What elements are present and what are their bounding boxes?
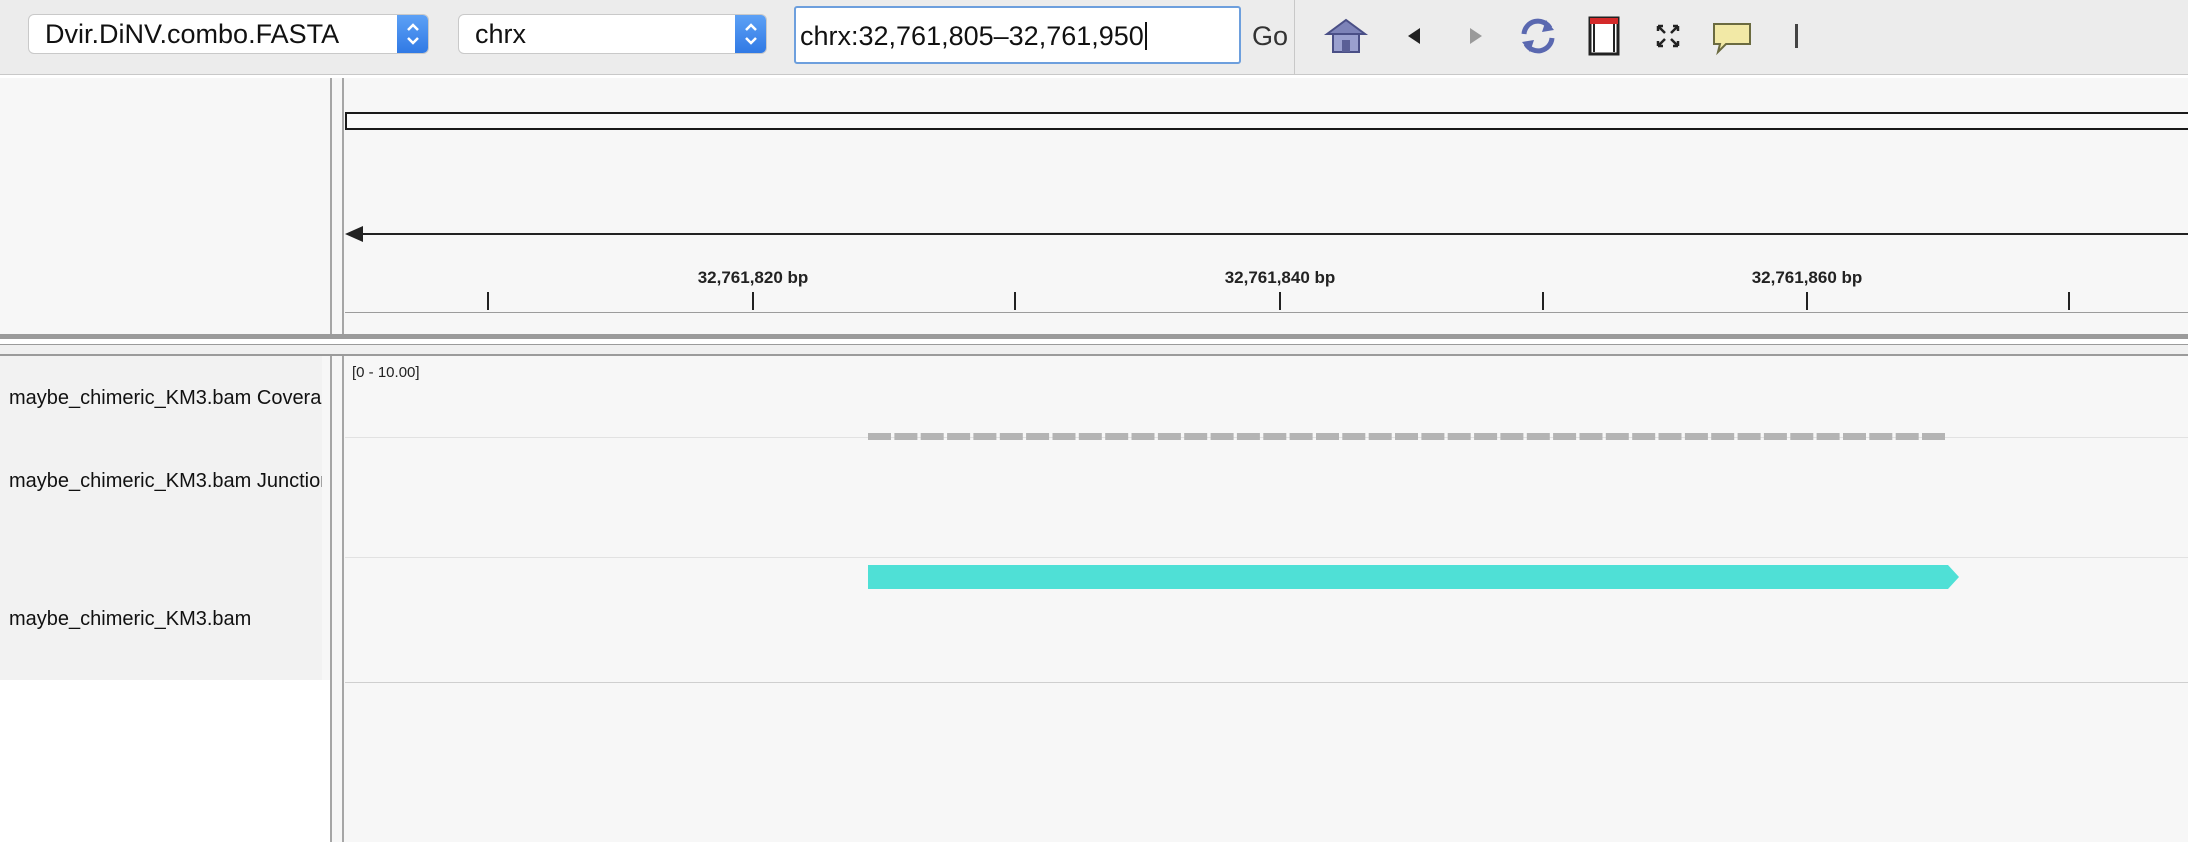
ruler-baseline (345, 312, 2188, 313)
toolbar-separator (1294, 0, 1295, 74)
coverage-bar[interactable] (1316, 433, 1339, 440)
coverage-bar[interactable] (1605, 433, 1629, 440)
gene-strand-line (358, 233, 2188, 235)
ruler-minor-tick (487, 292, 489, 310)
coverage-bar[interactable] (1579, 433, 1603, 440)
resize-to-window-icon[interactable] (1644, 12, 1692, 60)
read-forward-arrow[interactable] (868, 565, 1959, 589)
coverage-bar[interactable] (1157, 433, 1181, 440)
coverage-bar[interactable] (1553, 433, 1577, 440)
coverage-bar[interactable] (1131, 433, 1155, 440)
coverage-bar[interactable] (1895, 433, 1919, 440)
coverage-bar[interactable] (1632, 433, 1656, 440)
ruler-minor-tick (1014, 292, 1016, 310)
coverage-bar[interactable] (1790, 433, 1814, 440)
chromosome-dropdown-arrows-icon[interactable] (735, 15, 766, 53)
coverage-bar[interactable] (920, 433, 944, 440)
name-panel-divider[interactable] (330, 356, 332, 842)
coverage-bar[interactable] (973, 433, 997, 440)
coverage-bar[interactable] (947, 433, 971, 440)
data-panel-divider[interactable] (342, 356, 344, 842)
coverage-bar[interactable] (894, 433, 918, 440)
track-separator (345, 682, 2188, 683)
ruler-minor-tick (1542, 292, 1544, 310)
chromosome-dropdown[interactable]: chrx (458, 14, 767, 54)
coverage-histogram[interactable] (868, 430, 1948, 440)
coverage-bar[interactable] (1684, 433, 1708, 440)
coverage-bar[interactable] (1737, 433, 1761, 440)
panel-splitter[interactable] (0, 334, 2188, 339)
genome-dropdown[interactable]: Dvir.DiNV.combo.FASTA (28, 14, 429, 54)
coverage-bar[interactable] (1395, 433, 1418, 440)
home-icon[interactable] (1322, 12, 1370, 60)
junctions-track-name[interactable]: maybe_chimeric_KM3.bam Junctions (9, 470, 322, 493)
genome-dropdown-arrows-icon[interactable] (397, 15, 428, 53)
coverage-track-name[interactable]: maybe_chimeric_KM3.bam Coverage (9, 387, 322, 410)
alignment-track-name[interactable]: maybe_chimeric_KM3.bam (9, 608, 322, 631)
coverage-bar[interactable] (1184, 433, 1208, 440)
forward-icon[interactable] (1452, 12, 1500, 60)
coverage-bar[interactable] (1500, 433, 1524, 440)
locus-search-input[interactable]: chrx:32,761,805–32,761,950 (794, 6, 1241, 64)
ruler-toggle-icon[interactable] (1772, 12, 1820, 60)
genome-dropdown-value: Dvir.DiNV.combo.FASTA (45, 19, 340, 49)
track-separator (345, 557, 2188, 558)
ruler-major-tick (1279, 292, 1281, 310)
alignment-read[interactable] (868, 565, 1960, 591)
ruler-name-panel (0, 78, 328, 334)
data-panel-divider[interactable] (342, 78, 344, 334)
ruler-minor-tick (2068, 292, 2070, 310)
back-icon[interactable] (1390, 12, 1438, 60)
coverage-bar[interactable] (1342, 433, 1366, 440)
coverage-bar[interactable] (1711, 433, 1735, 440)
refresh-icon[interactable] (1514, 12, 1562, 60)
coverage-bar[interactable] (1922, 433, 1945, 440)
text-caret (1144, 22, 1147, 50)
coverage-bar[interactable] (1869, 433, 1893, 440)
coverage-bar[interactable] (1052, 433, 1076, 440)
ruler-tick-label: 32,761,840 bp (1224, 268, 1336, 287)
track-names-empty-area (0, 680, 330, 842)
coverage-bar[interactable] (1447, 433, 1471, 440)
coverage-bar[interactable] (1210, 433, 1234, 440)
coverage-bar[interactable] (1289, 433, 1313, 440)
coverage-bar[interactable] (1526, 433, 1550, 440)
popup-info-icon[interactable] (1708, 12, 1756, 60)
ruler-tick-label: 32,761,860 bp (1751, 268, 1863, 287)
name-panel-divider[interactable] (330, 78, 332, 334)
coverage-bar[interactable] (1843, 433, 1866, 440)
go-button[interactable]: Go (1252, 18, 1288, 54)
chromosome-ideogram[interactable] (345, 112, 2188, 130)
coverage-bar[interactable] (1105, 433, 1129, 440)
coverage-bar[interactable] (999, 433, 1023, 440)
ruler-tick-label: 32,761,820 bp (697, 268, 809, 287)
chromosome-dropdown-value: chrx (475, 19, 527, 49)
ruler-major-tick (1806, 292, 1808, 310)
coverage-bar[interactable] (1368, 433, 1392, 440)
coverage-bar[interactable] (1816, 433, 1840, 440)
coverage-data-range: [0 - 10.00] (352, 364, 420, 381)
coverage-bar[interactable] (868, 433, 891, 440)
coverage-bar[interactable] (1026, 433, 1050, 440)
coverage-bar[interactable] (1474, 433, 1498, 440)
coverage-bar[interactable] (1763, 433, 1787, 440)
ruler-major-tick (752, 292, 754, 310)
coverage-bar[interactable] (1658, 433, 1682, 440)
coverage-bar[interactable] (1078, 433, 1102, 440)
locus-search-value: chrx:32,761,805–32,761,950 (800, 21, 1144, 51)
coverage-bar[interactable] (1421, 433, 1445, 440)
region-of-interest-icon[interactable] (1580, 12, 1628, 60)
panel-splitter[interactable] (0, 344, 2188, 356)
coverage-bar[interactable] (1263, 433, 1287, 440)
coverage-bar[interactable] (1236, 433, 1260, 440)
